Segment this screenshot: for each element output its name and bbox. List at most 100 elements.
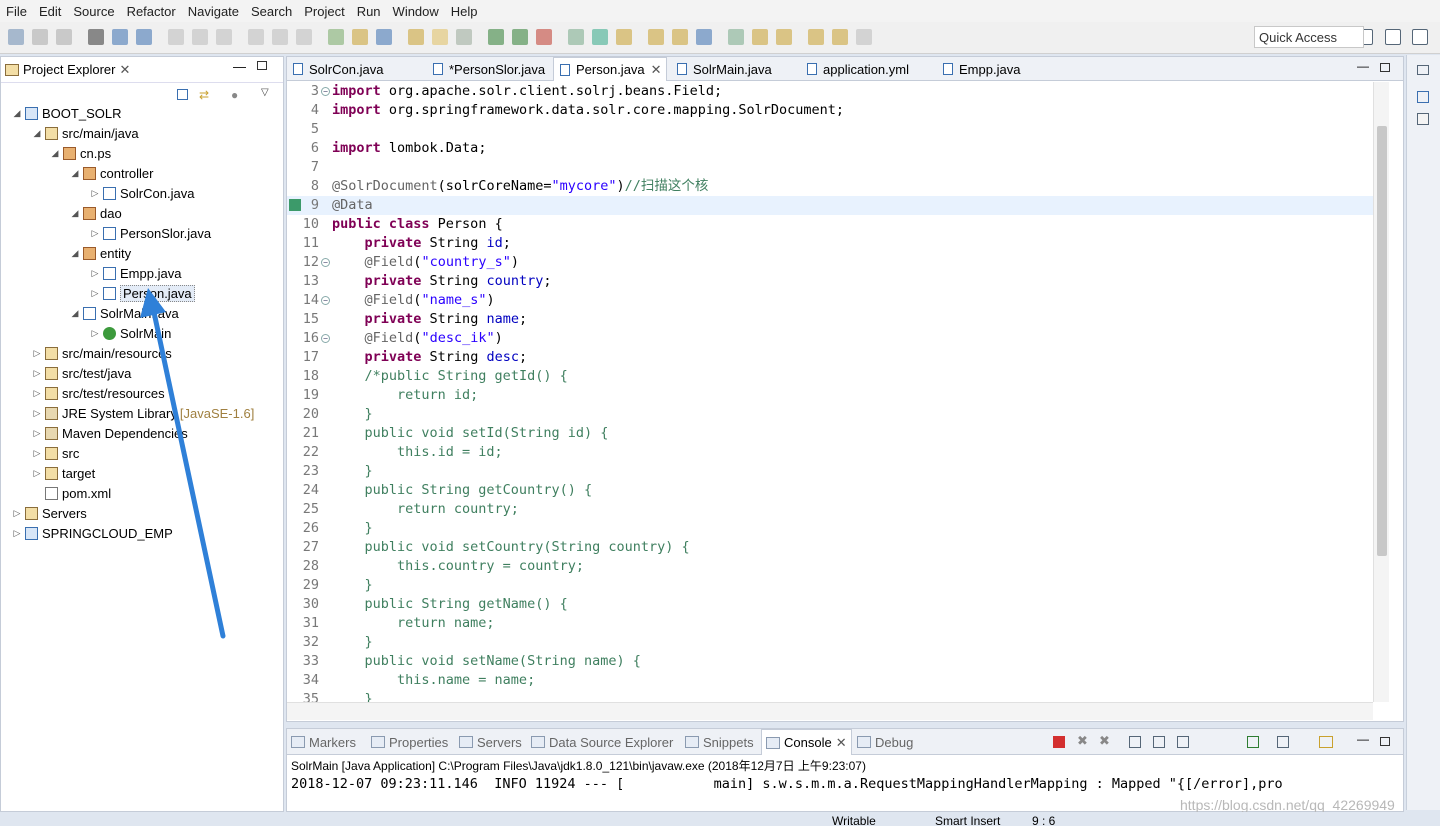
code-line[interactable]: 25 return country; — [287, 500, 1373, 519]
tree-item[interactable]: ▷ Empp.java — [89, 263, 182, 283]
tree-item[interactable]: ▷ Servers — [11, 503, 87, 523]
collapsed-twisty-icon[interactable]: ▷ — [89, 188, 101, 199]
tab-data-source-explorer[interactable]: Data Source Explorer — [531, 729, 673, 755]
collapsed-twisty-icon[interactable]: ▷ — [31, 388, 43, 399]
toolbar-button-icon[interactable] — [808, 29, 824, 45]
editor-minimize-icon[interactable]: — — [1357, 59, 1369, 73]
code-line[interactable]: 23 } — [287, 462, 1373, 481]
collapsed-twisty-icon[interactable]: ▷ — [89, 268, 101, 279]
console-output[interactable]: 2018-12-07 09:23:11.146 INFO 11924 --- [… — [291, 776, 1383, 792]
toolbar-button-icon[interactable] — [696, 29, 712, 45]
code-line[interactable]: 32 } — [287, 633, 1373, 652]
code-line[interactable]: 21 public void setId(String id) { — [287, 424, 1373, 443]
quick-access-field[interactable]: Quick Access — [1254, 26, 1364, 48]
toolbar-button-icon[interactable] — [56, 29, 72, 45]
toolbar-button-icon[interactable] — [616, 29, 632, 45]
debug-perspective-icon[interactable] — [1412, 29, 1428, 45]
console-minimize-icon[interactable]: — — [1357, 732, 1369, 746]
toolbar-button-icon[interactable] — [296, 29, 312, 45]
code-line[interactable]: 29 } — [287, 576, 1373, 595]
toolbar-button-icon[interactable] — [568, 29, 584, 45]
code-line[interactable]: 8 @SolrDocument(solrCoreName="mycore")//扫… — [287, 177, 1373, 196]
tree-item[interactable]: ◢ src/main/java — [31, 123, 139, 143]
fold-toggle-icon[interactable]: − — [321, 87, 330, 96]
scroll-lock-icon[interactable] — [1153, 736, 1165, 748]
java-perspective-icon[interactable] — [1385, 29, 1401, 45]
tree-item[interactable]: ◢ controller — [69, 163, 154, 183]
expanded-twisty-icon[interactable]: ◢ — [69, 168, 81, 179]
fold-toggle-icon[interactable]: − — [321, 258, 330, 267]
tree-item[interactable]: ◢ BOOT_SOLR — [11, 103, 122, 123]
toolbar-button-icon[interactable] — [512, 29, 528, 45]
tree-item[interactable]: ▷ SPRINGCLOUD_EMP — [11, 523, 173, 543]
toolbar-button-icon[interactable] — [168, 29, 184, 45]
tab-servers[interactable]: Servers — [459, 729, 522, 755]
fold-toggle-icon[interactable]: − — [321, 296, 330, 305]
tab-properties[interactable]: Properties — [371, 729, 448, 755]
menu-edit[interactable]: Edit — [33, 4, 67, 19]
menu-navigate[interactable]: Navigate — [182, 4, 245, 19]
code-line[interactable]: 7 — [287, 158, 1373, 177]
code-line[interactable]: 9 @Data — [287, 196, 1373, 215]
maximize-icon[interactable] — [257, 61, 267, 70]
editor-tab[interactable]: SolrMain.java — [671, 57, 797, 81]
toolbar-button-icon[interactable] — [136, 29, 152, 45]
editor-tab[interactable]: Person.java ✕ — [553, 57, 667, 81]
code-line[interactable]: 33 public void setName(String name) { — [287, 652, 1373, 671]
clear-console-icon[interactable] — [1129, 736, 1141, 748]
code-line[interactable]: 13 private String country; — [287, 272, 1373, 291]
code-line[interactable]: 34 this.name = name; — [287, 671, 1373, 690]
toolbar-button-icon[interactable] — [728, 29, 744, 45]
code-line[interactable]: 17 private String desc; — [287, 348, 1373, 367]
tree-item[interactable]: ▷ src/test/resources — [31, 383, 165, 403]
code-area[interactable]: 3− import org.apache.solr.client.solrj.be… — [287, 82, 1373, 702]
tree-item[interactable]: ◢ entity — [69, 243, 132, 263]
expanded-twisty-icon[interactable]: ◢ — [49, 148, 61, 159]
expanded-twisty-icon[interactable]: ◢ — [69, 308, 81, 319]
minimize-icon[interactable]: — — [233, 59, 246, 74]
collapsed-twisty-icon[interactable]: ▷ — [89, 288, 101, 299]
restore-icon[interactable] — [1417, 65, 1429, 75]
tree-item[interactable]: ▷ src/main/resources — [31, 343, 172, 363]
editor-tab[interactable]: *PersonSlor.java — [427, 57, 551, 81]
display-console-icon[interactable] — [1319, 736, 1333, 748]
toolbar-button-icon[interactable] — [648, 29, 664, 45]
collapsed-twisty-icon[interactable]: ▷ — [89, 328, 101, 339]
toolbar-button-icon[interactable] — [328, 29, 344, 45]
toolbar-button-icon[interactable] — [376, 29, 392, 45]
tree-item[interactable]: ▷ Maven Dependencies — [31, 423, 188, 443]
code-line[interactable]: 11 private String id; — [287, 234, 1373, 253]
tree-item[interactable]: ◢ cn.ps — [49, 143, 112, 163]
code-line[interactable]: 31 return name; — [287, 614, 1373, 633]
close-icon[interactable]: ✕ — [651, 62, 662, 78]
toolbar-button-icon[interactable] — [592, 29, 608, 45]
tab-snippets[interactable]: Snippets — [685, 729, 754, 755]
terminate-icon[interactable] — [1053, 736, 1065, 748]
collapsed-twisty-icon[interactable]: ▷ — [31, 408, 43, 419]
code-line[interactable]: 27 public void setCountry(String country… — [287, 538, 1373, 557]
menu-search[interactable]: Search — [245, 4, 298, 19]
code-line[interactable]: 18 /*public String getId() { — [287, 367, 1373, 386]
console-maximize-icon[interactable] — [1380, 737, 1390, 746]
toolbar-button-icon[interactable] — [456, 29, 472, 45]
tree-item[interactable]: ▷ src — [31, 443, 80, 463]
menu-help[interactable]: Help — [445, 4, 484, 19]
tree-item[interactable]: ▷ JRE System Library [JavaSE-1.6] — [31, 403, 255, 423]
toolbar-button-icon[interactable] — [88, 29, 104, 45]
collapse-all-icon[interactable] — [177, 89, 188, 100]
code-line[interactable]: 30 public String getName() { — [287, 595, 1373, 614]
expanded-twisty-icon[interactable]: ◢ — [69, 248, 81, 259]
tree-item[interactable]: ◢ SolrMain.java — [69, 303, 179, 323]
collapsed-twisty-icon[interactable]: ▷ — [11, 508, 23, 519]
scroll-thumb[interactable] — [1377, 126, 1387, 556]
toolbar-button-icon[interactable] — [672, 29, 688, 45]
tree-item[interactable]: ▷ PersonSlor.java — [89, 223, 212, 243]
code-line[interactable]: 19 return id; — [287, 386, 1373, 405]
code-line[interactable]: 10 public class Person { — [287, 215, 1373, 234]
outline-icon[interactable] — [1417, 91, 1429, 103]
menu-window[interactable]: Window — [387, 4, 445, 19]
editor-tab[interactable]: application.yml — [801, 57, 933, 81]
code-line[interactable]: 4 import org.springframework.data.solr.co… — [287, 101, 1373, 120]
tree-item[interactable]: ▷ target — [31, 463, 96, 483]
remove-all-icon[interactable]: ✖ — [1099, 733, 1110, 749]
